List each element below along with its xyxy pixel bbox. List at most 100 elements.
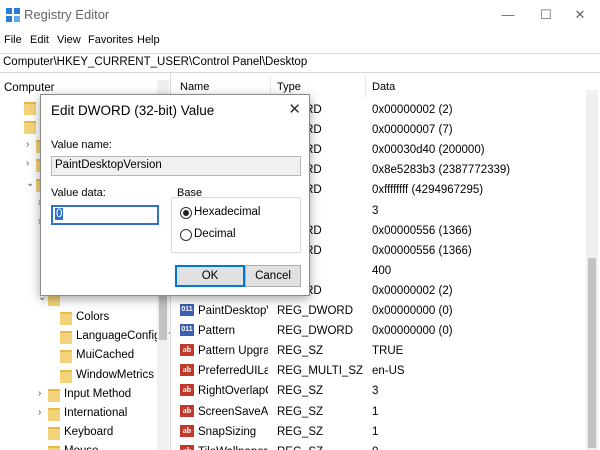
address-path: Computer\HKEY_CURRENT_USER\Control Panel… (3, 56, 308, 68)
chevron-right-icon[interactable]: › (38, 407, 41, 418)
title-bar: Registry Editor — ☐ ✕ (0, 0, 600, 30)
chevron-right-icon[interactable]: › (26, 158, 29, 169)
maximize-button[interactable]: ☐ (532, 4, 560, 26)
tree-item[interactable]: › Input Method (0, 385, 170, 405)
folder-icon (60, 350, 72, 364)
value-data: 0 (372, 446, 572, 450)
chevron-right-icon[interactable]: › (38, 388, 41, 399)
value-data: 0x8e5283b3 (2387772339) (372, 164, 511, 177)
value-name-field: PaintDesktopVersion (51, 156, 301, 176)
folder-icon (60, 369, 72, 383)
tree-item[interactable]: LanguageConfiguration (0, 327, 170, 347)
value-data: 0x00000556 (1366) (372, 244, 472, 257)
folder-icon (60, 331, 72, 345)
cancel-button[interactable]: Cancel (245, 265, 301, 287)
value-type: REG_SZ (277, 385, 324, 398)
tree-item-label: MuiCached (76, 349, 135, 362)
decimal-label[interactable]: Decimal (194, 228, 236, 240)
tree-item[interactable]: MuiCached (0, 346, 170, 366)
value-name: Pattern Upgrade (198, 345, 268, 358)
value-type: REG_MULTI_SZ (277, 365, 364, 378)
value-row[interactable]: ab PreferredUILang... REG_MULTI_SZ en-US (172, 361, 582, 381)
value-row[interactable]: 011 PaintDesktopVer... REG_DWORD 0x00000000… (172, 301, 582, 321)
minimize-button[interactable]: — (494, 4, 522, 26)
tree-item-label: Input Method (64, 387, 132, 400)
ok-button[interactable]: OK (175, 265, 245, 287)
menu-view[interactable]: View (57, 34, 81, 46)
tree-item-label: Colors (76, 311, 110, 324)
value-type: REG_DWORD (277, 325, 354, 338)
tree-item[interactable]: WindowMetrics (0, 366, 170, 386)
menu-bar: File Edit View Favorites Help (0, 32, 600, 50)
tree-item[interactable]: Keyboard (0, 423, 170, 443)
value-data: 0x00000556 (1366) (372, 224, 472, 237)
address-bar[interactable]: Computer\HKEY_CURRENT_USER\Control Panel… (0, 53, 600, 73)
value-data-label: Value data: (51, 187, 106, 199)
value-row[interactable]: 011 Pattern REG_DWORD 0x00000000 (0) (172, 321, 582, 341)
value-name: SnapSizing (198, 425, 257, 438)
list-scrollbar-thumb[interactable] (588, 258, 596, 448)
value-row[interactable]: ab Pattern Upgrade REG_SZ TRUE (172, 341, 582, 361)
string-value-icon: ab (180, 404, 194, 417)
folder-icon (24, 102, 36, 116)
value-data: 0x00000002 (2) (372, 104, 453, 116)
tree-item-label: Mouse (64, 445, 99, 450)
string-value-icon: ab (180, 364, 194, 377)
chevron-down-icon[interactable]: ⌄ (26, 178, 34, 189)
close-window-button[interactable]: ✕ (566, 4, 594, 26)
value-type: REG_SZ (277, 405, 324, 418)
value-type: REG_DWORD (277, 305, 354, 317)
string-value-icon: ab (180, 384, 194, 397)
folder-icon (24, 121, 36, 135)
folder-icon (60, 312, 72, 326)
string-value-icon: ab (180, 424, 194, 437)
value-data: TRUE (372, 345, 404, 358)
menu-favorites[interactable]: Favorites (88, 34, 133, 46)
column-header-name[interactable]: Name (180, 81, 209, 93)
edit-dword-dialog: Edit DWORD (32-bit) Value ✕ Value name: … (40, 94, 310, 296)
value-data: en-US (372, 365, 405, 378)
tree-item-label: Computer (4, 82, 55, 94)
column-header-data[interactable]: Data (372, 81, 395, 93)
menu-help[interactable]: Help (137, 34, 160, 46)
tree-item-label: WindowMetrics (76, 368, 154, 381)
value-type: REG_SZ (277, 425, 324, 438)
value-type: REG_SZ (277, 446, 365, 450)
value-data: 0x00000000 (0) (372, 305, 453, 317)
tree-item[interactable]: › International (0, 404, 170, 424)
value-data-input[interactable]: 0 (51, 205, 159, 225)
registry-editor-icon (6, 8, 20, 22)
column-header-type[interactable]: Type (277, 81, 301, 93)
binary-value-icon: 011 (180, 324, 194, 337)
dialog-close-icon[interactable]: ✕ (288, 100, 301, 118)
string-value-icon: ab (180, 344, 194, 357)
value-name: RightOverlapCh... (198, 385, 268, 398)
chevron-right-icon[interactable]: › (26, 139, 29, 150)
decimal-radio[interactable] (180, 229, 192, 241)
value-data: 0x00030d40 (200000) (372, 144, 485, 157)
list-scrollbar[interactable] (586, 90, 598, 450)
value-row[interactable]: ab TileWallpaper REG_SZ 0 (172, 442, 582, 450)
value-data: 0x00000007 (7) (372, 124, 453, 137)
value-data: 0x00000000 (0) (372, 325, 453, 338)
folder-icon (48, 407, 60, 421)
value-row[interactable]: ab ScreenSaveActive REG_SZ 1 (172, 402, 582, 422)
value-data: 3 (372, 385, 379, 398)
folder-icon (48, 388, 60, 402)
value-name: PaintDesktopVer... (198, 305, 268, 317)
value-name: Pattern (198, 325, 236, 338)
radio-selected-dot (183, 210, 189, 216)
value-data: 400 (372, 264, 392, 277)
value-row[interactable]: ab RightOverlapCh... REG_SZ 3 (172, 381, 582, 401)
tree-item[interactable]: Mouse (0, 442, 170, 450)
value-data-text: 0 (55, 208, 64, 220)
menu-file[interactable]: File (4, 34, 22, 46)
hexadecimal-label[interactable]: Hexadecimal (194, 206, 260, 218)
value-name: TileWallpaper (198, 446, 268, 450)
value-name-label: Value name: (51, 139, 112, 151)
menu-edit[interactable]: Edit (30, 34, 49, 46)
hexadecimal-radio[interactable] (180, 207, 192, 219)
base-group: Hexadecimal Decimal (171, 197, 301, 253)
tree-item[interactable]: Colors (0, 308, 170, 328)
value-row[interactable]: ab SnapSizing REG_SZ 1 (172, 422, 582, 442)
